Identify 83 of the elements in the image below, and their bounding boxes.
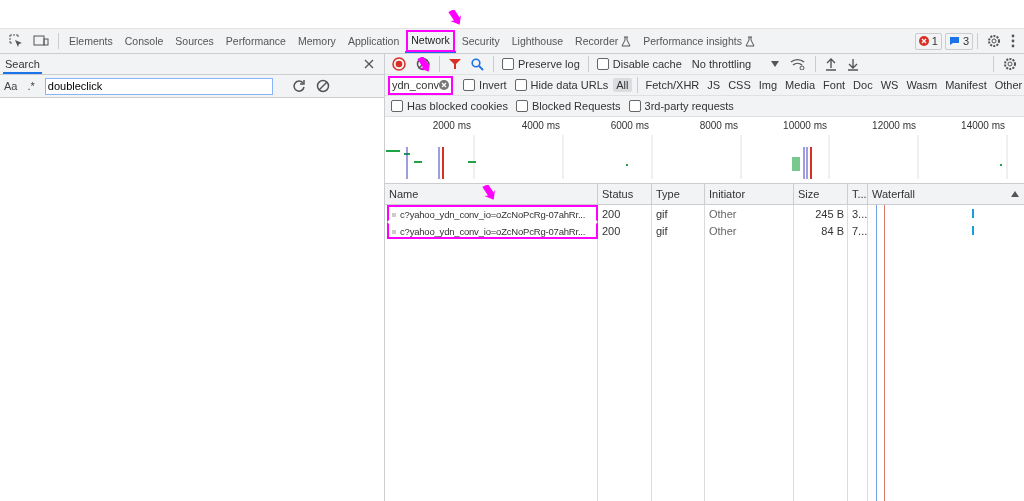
inspect-icon[interactable]	[9, 34, 23, 48]
filter-checkbox[interactable]: Has blocked cookies	[391, 100, 508, 112]
hide-data-urls-checkbox[interactable]: Hide data URLs	[514, 79, 609, 91]
panel-tab[interactable]: Application	[341, 29, 406, 53]
clear-input-icon[interactable]	[439, 80, 450, 90]
column-header[interactable]: Type	[652, 184, 705, 204]
refresh-icon[interactable]	[291, 79, 306, 93]
type-filter[interactable]: Other	[991, 78, 1024, 92]
upload-icon[interactable]	[825, 57, 838, 71]
table-cell-text: 245 B	[814, 207, 845, 220]
regex-toggle[interactable]: .*	[27, 80, 35, 92]
table-cell-text: gif	[655, 224, 669, 237]
time-tick: 8000 ms	[698, 119, 739, 133]
panel-tab[interactable]: Lighthouse	[505, 29, 570, 53]
panel-tab[interactable]: Security	[455, 29, 506, 53]
panel-tab[interactable]: Network	[405, 29, 456, 53]
settings-icon[interactable]	[1003, 57, 1017, 71]
caret-icon[interactable]	[771, 61, 780, 67]
column-header[interactable]: Status	[598, 184, 652, 204]
invert-checkbox[interactable]: Invert	[463, 79, 507, 91]
time-tick: 2000 ms	[431, 119, 472, 133]
panel-tab[interactable]: Performance	[219, 29, 292, 53]
panel-tab[interactable]: Recorder	[569, 29, 625, 53]
column-header[interactable]: Initiator	[705, 184, 794, 204]
error-count[interactable]: 1	[914, 32, 942, 50]
time-tick: 14000 ms	[960, 119, 1006, 133]
network-conditions-icon[interactable]	[790, 58, 807, 70]
table-cell-text: 7...	[851, 224, 868, 237]
table-cell-text: 84 B	[820, 224, 845, 237]
close-icon[interactable]	[364, 59, 374, 69]
filter-checkbox[interactable]: 3rd-party requests	[628, 100, 734, 112]
type-filter[interactable]: JS	[704, 78, 724, 92]
type-filter[interactable]: Img	[755, 78, 781, 92]
match-case-toggle[interactable]: Aa	[4, 80, 18, 92]
panel-tab[interactable]: Console	[118, 29, 170, 53]
filter-checkbox[interactable]: Blocked Requests	[515, 100, 621, 112]
column-header[interactable]: Waterfall	[868, 184, 938, 204]
panel-tab[interactable]: Memory	[291, 29, 342, 53]
sort-icon[interactable]	[1011, 191, 1019, 197]
column-header[interactable]: Size	[794, 184, 848, 204]
flask-icon	[621, 35, 632, 47]
message-icon	[948, 36, 960, 46]
table-cell-text: Other	[708, 224, 738, 237]
search-field[interactable]: doubleclick	[44, 77, 273, 95]
time-tick: 6000 ms	[609, 119, 650, 133]
request-name[interactable]: c?yahoo_ydn_conv_io=oZcNoPcRg-07ahRr...	[387, 205, 598, 222]
more-icon[interactable]	[1011, 34, 1015, 48]
table-cell-text: 3...	[851, 207, 868, 220]
disable-cache-checkbox[interactable]: Disable cache	[596, 58, 682, 70]
type-filter[interactable]: Manifest	[942, 78, 990, 92]
table-cell-text: 200	[601, 224, 622, 237]
search-icon[interactable]	[471, 57, 484, 71]
type-filter[interactable]: All	[613, 78, 632, 92]
panel-tab[interactable]: Elements	[63, 29, 119, 53]
filter-field[interactable]: ydn_conv	[388, 75, 454, 95]
type-filter[interactable]: CSS	[725, 78, 754, 92]
throttling-dropdown[interactable]: No throttling	[691, 58, 752, 70]
time-tick: 12000 ms	[871, 119, 917, 133]
flask-icon	[744, 35, 755, 47]
preserve-log-checkbox[interactable]: Preserve log	[502, 58, 580, 70]
time-tick: 4000 ms	[520, 119, 561, 133]
panel-tab[interactable]: Performance insights	[637, 29, 748, 53]
type-filter[interactable]: Media	[782, 78, 819, 92]
message-count[interactable]: 3	[944, 32, 973, 50]
table-cell-text: 200	[601, 207, 622, 220]
type-filter[interactable]: Font	[820, 78, 849, 92]
settings-icon[interactable]	[987, 34, 1001, 48]
record-icon[interactable]	[392, 57, 406, 71]
table-cell-text: gif	[655, 207, 669, 220]
type-filter[interactable]: WS	[877, 78, 902, 92]
device-icon[interactable]	[33, 34, 49, 48]
type-filter[interactable]: Wasm	[903, 78, 941, 92]
download-icon[interactable]	[847, 57, 860, 71]
clear-icon[interactable]	[315, 79, 330, 93]
table-cell-text: Other	[708, 207, 738, 220]
column-header[interactable]: T...	[848, 184, 868, 204]
type-filter[interactable]: Fetch/XHR	[642, 78, 703, 92]
request-name[interactable]: c?yahoo_ydn_conv_io=oZcNoPcRg-07ahRr...	[387, 222, 598, 239]
type-filter[interactable]: Doc	[850, 78, 876, 92]
panel-tab[interactable]: Sources	[169, 29, 220, 53]
error-icon	[918, 36, 929, 46]
time-tick: 10000 ms	[782, 119, 828, 133]
filter-icon[interactable]	[449, 58, 461, 70]
